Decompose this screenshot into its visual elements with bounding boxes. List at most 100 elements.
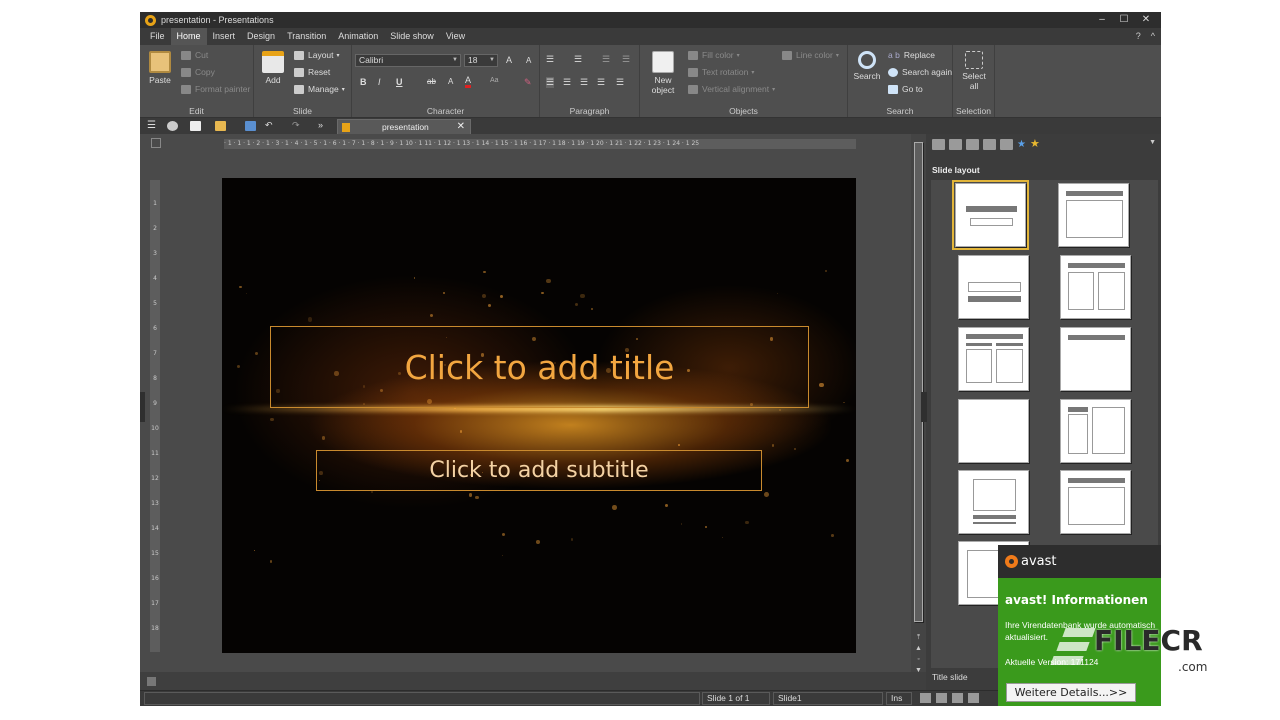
hand-tool-icon[interactable] <box>167 121 178 131</box>
layout-title-only[interactable] <box>1060 327 1131 391</box>
manage-button[interactable]: Manage ▾ <box>294 84 345 94</box>
font-family-select[interactable]: Calibri ▼ <box>355 54 461 67</box>
collapse-ribbon-button[interactable]: ^ <box>1151 28 1155 45</box>
align-center-icon[interactable]: ☰ <box>563 77 571 88</box>
open-folder-icon[interactable] <box>215 121 226 131</box>
save-icon[interactable] <box>245 121 256 131</box>
layout-title-slide[interactable] <box>952 180 1029 250</box>
subtitle-placeholder[interactable]: Click to add subtitle <box>316 450 762 491</box>
slide-canvas[interactable]: Click to add title Click to add subtitle <box>222 178 856 653</box>
new-object-button[interactable]: New object <box>646 51 680 95</box>
line-spacing-icon[interactable]: ☰ <box>616 77 624 88</box>
undo-icon[interactable]: ↶ <box>265 120 273 131</box>
replace-button[interactable]: a b Replace <box>888 50 935 60</box>
layout-blank[interactable] <box>958 399 1029 463</box>
italic-button[interactable]: I <box>378 77 381 87</box>
slide-sorter-icon[interactable] <box>936 693 947 703</box>
scrollbar-thumb[interactable] <box>914 142 923 622</box>
text-rotation-button[interactable]: Text rotation ▾ <box>688 67 754 77</box>
bullets-icon[interactable]: ☰ <box>546 54 554 65</box>
cut-button[interactable]: Cut <box>181 50 208 60</box>
layout-content-caption[interactable] <box>1060 399 1131 463</box>
layout-section-header[interactable] <box>958 255 1029 319</box>
case-icon[interactable]: Aa <box>490 77 499 84</box>
increase-indent-icon[interactable]: ☰ <box>622 54 630 65</box>
document-tab[interactable]: presentation ✕ <box>337 119 471 135</box>
reset-button[interactable]: Reset <box>294 67 330 77</box>
menu-view[interactable]: View <box>440 28 471 45</box>
select-all-button[interactable]: Select all <box>959 51 989 91</box>
align-left-icon[interactable]: ☰ <box>546 77 555 88</box>
layout-tab-icon[interactable] <box>932 139 945 150</box>
layout-comparison[interactable] <box>958 327 1029 391</box>
title-placeholder[interactable]: Click to add title <box>270 326 809 408</box>
layout-title-bar <box>1068 335 1125 340</box>
layout-two-content[interactable] <box>1060 255 1131 319</box>
font-size-select[interactable]: 18 ▼ <box>464 54 498 67</box>
layout-picture-caption[interactable] <box>958 470 1029 534</box>
slide-menu-icon[interactable]: ◦ <box>914 656 923 664</box>
outline-view-icon[interactable] <box>952 693 963 703</box>
decrease-indent-icon[interactable]: ☰ <box>602 54 610 65</box>
fill-color-button[interactable]: Fill color ▾ <box>688 50 740 60</box>
layout-vertical-text[interactable] <box>1060 470 1131 534</box>
add-slide-button[interactable]: Add <box>260 51 286 85</box>
new-document-icon[interactable] <box>190 121 201 131</box>
copy-button[interactable]: Copy <box>181 67 215 77</box>
grow-font-icon[interactable]: A <box>506 55 512 65</box>
spark-particle <box>483 270 487 274</box>
close-button[interactable]: ✕ <box>1135 12 1157 28</box>
minimize-button[interactable]: – <box>1091 12 1113 28</box>
menu-file[interactable]: File <box>144 28 171 45</box>
ruler-corner-icon[interactable] <box>151 138 161 148</box>
group-slide-label: Slide <box>293 106 312 116</box>
design-tab-icon[interactable] <box>949 139 962 150</box>
numbering-icon[interactable]: ☰ <box>574 54 582 65</box>
vertical-alignment-button[interactable]: Vertical alignment ▾ <box>688 84 775 94</box>
transition-tab-icon[interactable] <box>1000 139 1013 150</box>
clear-format-icon[interactable]: A <box>448 77 453 86</box>
menu-design[interactable]: Design <box>241 28 281 45</box>
normal-view-icon[interactable] <box>920 693 931 703</box>
menu-animation[interactable]: Animation <box>332 28 384 45</box>
search-button[interactable]: Search <box>852 51 882 81</box>
favorites-star-icon[interactable]: ★ <box>1030 139 1040 150</box>
menu-insert[interactable]: Insert <box>207 28 242 45</box>
color-tab-icon[interactable] <box>966 139 979 150</box>
first-slide-icon[interactable]: ⤒ <box>914 634 923 642</box>
layout-title-content[interactable] <box>1058 183 1129 247</box>
redo-icon[interactable]: ↷ <box>292 120 300 131</box>
justify-icon[interactable]: ☰ <box>597 77 605 88</box>
close-tab-icon[interactable]: ✕ <box>457 121 465 132</box>
go-to-button[interactable]: Go to <box>888 84 923 94</box>
highlight-icon[interactable]: ✎ <box>524 77 532 88</box>
right-panel-handle[interactable] <box>921 392 927 422</box>
menu-slide-show[interactable]: Slide show <box>384 28 440 45</box>
help-button[interactable]: ? <box>1136 28 1141 45</box>
avast-details-button[interactable]: Weitere Details...>> <box>1006 683 1136 702</box>
underline-button[interactable]: U <box>396 77 403 87</box>
effects-star-icon[interactable]: ★ <box>1017 139 1026 150</box>
insert-mode[interactable]: Ins <box>886 692 912 705</box>
menu-transition[interactable]: Transition <box>281 28 332 45</box>
previous-slide-icon[interactable]: ▲ <box>914 645 923 653</box>
align-right-icon[interactable]: ☰ <box>580 77 588 88</box>
shrink-font-icon[interactable]: A <box>526 56 531 65</box>
line-color-button[interactable]: Line color ▾ <box>782 50 839 60</box>
left-panel-handle[interactable] <box>140 392 145 422</box>
paste-button[interactable]: Paste <box>146 51 174 85</box>
hamburger-menu-icon[interactable]: ☰ <box>147 120 156 131</box>
scroll-corner-icon[interactable] <box>147 677 156 686</box>
strikethrough-icon[interactable]: ab <box>427 77 436 86</box>
layout-button[interactable]: Layout ▾ <box>294 50 340 60</box>
bold-button[interactable]: B <box>360 77 367 87</box>
search-again-button[interactable]: Search again <box>888 67 952 77</box>
notes-view-icon[interactable] <box>968 693 979 703</box>
font-color-icon[interactable]: A <box>465 75 472 88</box>
maximize-button[interactable]: ☐ <box>1113 12 1135 28</box>
side-panel-menu-icon[interactable]: ▼ <box>1149 139 1156 146</box>
format-painter-button[interactable]: Format painter <box>181 84 250 94</box>
more-tools-icon[interactable]: » <box>318 120 323 130</box>
menu-home[interactable]: Home <box>170 28 207 45</box>
background-tab-icon[interactable] <box>983 139 996 150</box>
